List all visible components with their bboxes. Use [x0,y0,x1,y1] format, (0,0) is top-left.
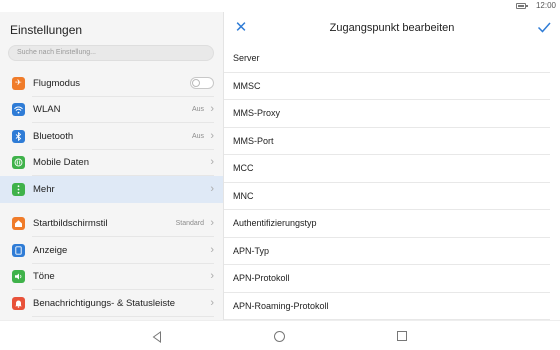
check-icon[interactable] [536,19,552,35]
sound-icon [12,270,25,284]
field-server[interactable]: Server [224,45,550,73]
back-icon[interactable] [152,330,162,348]
menu-item-label: Töne [33,271,55,283]
field-mcc[interactable]: MCC [224,155,550,183]
chevron-right-icon: › [210,129,214,142]
field-apn-type[interactable]: APN-Typ [224,238,550,265]
menu-item-label: Bluetooth [33,130,74,142]
chevron-right-icon: › [210,270,214,283]
menu-item-label: Mehr [33,183,55,195]
navigation-bar [0,320,560,350]
apn-editor-panel: ✕ Zugangspunkt bearbeiten Server MMSC MM… [224,12,560,320]
mobile-data-icon [12,156,25,170]
home-icon[interactable] [274,331,285,342]
field-apn-protocol[interactable]: APN-Protokoll [224,265,550,293]
bluetooth-icon [12,129,25,143]
menu-item-bluetooth[interactable]: Bluetooth Aus › [0,123,223,150]
menu-item-label: Anzeige [33,244,68,256]
field-mnc[interactable]: MNC [224,183,550,210]
status-time: 12:00 [535,1,556,10]
menu-item-label: WLAN [33,104,61,116]
field-mms-port[interactable]: MMS-Port [224,128,550,155]
menu-item-value: Standard [175,220,204,228]
menu-item-startbildschirmstil[interactable]: Startbildschirmstil Standard › [0,211,223,238]
settings-panel: Einstellungen Suche nach Einstellung... … [0,12,224,320]
chevron-right-icon: › [210,217,214,230]
chevron-right-icon: › [210,156,214,169]
airplane-mode-toggle[interactable] [190,77,214,90]
menu-item-mehr[interactable]: Mehr › [0,176,223,203]
field-mmsc[interactable]: MMSC [224,73,550,100]
page-title: Zugangspunkt bearbeiten [329,22,455,34]
chevron-right-icon: › [210,243,214,256]
display-icon [12,243,25,257]
settings-menu: ✈ Flugmodus WLAN Aus › Bluetooth Aus › M… [0,70,223,317]
apn-editor-header: ✕ Zugangspunkt bearbeiten [224,12,560,44]
menu-item-mobile-daten[interactable]: Mobile Daten › [0,150,223,177]
more-icon [12,182,25,196]
wifi-icon [12,103,25,117]
home-style-icon [12,217,25,231]
recents-icon[interactable] [397,331,407,341]
battery-icon [516,3,528,9]
menu-item-benachrichtigungen[interactable]: Benachrichtigungs- & Statusleiste › [0,290,223,317]
chevron-right-icon: › [210,182,214,195]
menu-item-flugmodus[interactable]: ✈ Flugmodus [0,70,223,97]
airplane-icon: ✈ [12,76,25,90]
menu-item-anzeige[interactable]: Anzeige › [0,237,223,264]
chevron-right-icon: › [210,103,214,116]
menu-item-toene[interactable]: Töne › [0,264,223,291]
search-input[interactable]: Suche nach Einstellung... [8,45,214,61]
chevron-right-icon: › [210,296,214,309]
menu-item-label: Flugmodus [33,77,80,89]
status-bar: 12:00 [0,0,560,12]
menu-item-wlan[interactable]: WLAN Aus › [0,97,223,124]
menu-item-value: Aus [191,106,204,114]
field-mms-proxy[interactable]: MMS-Proxy [224,100,550,128]
menu-item-value: Aus [191,132,204,140]
menu-item-label: Mobile Daten [33,157,89,169]
field-apn-roaming-protocol[interactable]: APN-Roaming-Protokoll [224,293,550,320]
apn-field-list: Server MMSC MMS-Proxy MMS-Port MCC MNC A… [224,45,560,320]
field-auth-type[interactable]: Authentifizierungstyp [224,210,550,238]
menu-item-label: Startbildschirmstil [33,218,108,230]
notification-icon [12,296,25,310]
menu-item-label: Benachrichtigungs- & Statusleiste [33,297,176,309]
settings-title: Einstellungen [10,23,83,37]
